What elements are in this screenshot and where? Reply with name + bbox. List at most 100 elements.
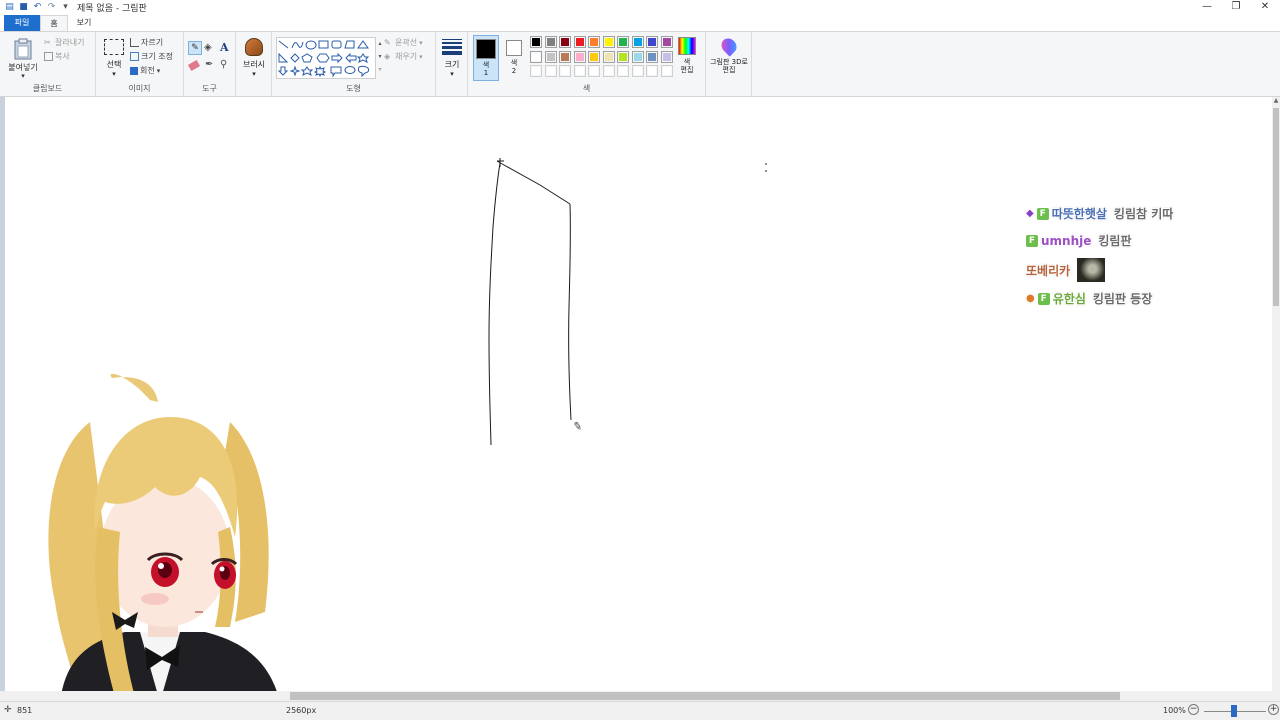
color-swatch[interactable] [631, 50, 644, 63]
color-swatch[interactable] [573, 65, 586, 77]
horizontal-scroll-thumb[interactable] [290, 692, 1120, 700]
color-swatch[interactable] [588, 50, 600, 63]
color-swatch[interactable] [530, 36, 542, 48]
fill-tool-icon[interactable]: ◈ [204, 42, 212, 53]
copy-icon [44, 52, 53, 61]
chat-text: 킹림판 [1098, 234, 1132, 248]
fill-button[interactable]: ◈ 채우기 ▾ [384, 51, 423, 62]
copy-button[interactable]: 복사 [44, 51, 70, 62]
outline-button[interactable]: ✎ 윤곽선 ▾ [384, 37, 423, 48]
paint3d-button[interactable]: 그림판 3D로 편집 [709, 35, 749, 84]
color-swatch[interactable] [559, 50, 571, 63]
crop-label: 자르기 [141, 38, 164, 47]
chat-message: ◆ F 따뜻한햇살 킹림참 키따 [1026, 205, 1173, 222]
color-swatch[interactable] [646, 65, 658, 77]
color-swatch[interactable] [631, 36, 644, 48]
color-swatch[interactable] [544, 36, 557, 48]
cut-button[interactable]: ✂ 잘라내기 [44, 37, 84, 48]
color-swatch-fill [633, 52, 642, 61]
paste-button[interactable]: 붙여넣기 ▾ [4, 36, 42, 84]
color-swatch[interactable] [573, 36, 586, 48]
paste-label: 붙여넣기 [8, 63, 38, 72]
color-swatch[interactable] [660, 36, 673, 48]
pencil-tool[interactable]: ✎ [188, 41, 202, 55]
color-swatch[interactable] [588, 65, 600, 77]
color-swatch[interactable] [646, 36, 658, 48]
color-swatch[interactable] [602, 50, 615, 63]
brushes-button[interactable]: 브러시 ▾ [240, 36, 268, 84]
save-icon[interactable]: ■ [18, 2, 29, 13]
color-swatch-fill [590, 67, 598, 75]
zoom-in-icon[interactable]: + [1268, 704, 1279, 715]
color-swatch[interactable] [573, 50, 586, 63]
color2-label: 색 2 [510, 59, 518, 75]
size-group: 크기 ▾ [436, 32, 468, 96]
color-swatch-fill [662, 67, 671, 75]
zoom-out-icon[interactable]: − [1188, 704, 1199, 715]
size-button[interactable]: 크기 ▾ [438, 36, 466, 84]
color-swatch[interactable] [602, 36, 615, 48]
color-swatch[interactable] [530, 65, 542, 77]
vertical-scroll-thumb[interactable] [1273, 108, 1279, 306]
color-swatch[interactable] [544, 50, 557, 63]
eraser-tool-icon[interactable] [187, 59, 201, 72]
fill-label: 채우기 [395, 52, 418, 61]
scroll-up-icon[interactable]: ▲ [1272, 97, 1280, 104]
text-tool-icon[interactable]: A [220, 41, 229, 54]
magnifier-icon[interactable]: ⚲ [220, 59, 227, 70]
close-button[interactable]: ✕ [1250, 0, 1280, 15]
color1-label: 색 1 [482, 61, 490, 77]
customize-icon[interactable]: ▾ [60, 2, 71, 13]
color1-button[interactable]: 색 1 [473, 35, 499, 81]
color-swatch[interactable] [544, 65, 557, 77]
paint3d-group: 그림판 3D로 편집 [706, 32, 752, 96]
tab-home[interactable]: 홈 [40, 15, 68, 31]
shapes-scroll[interactable]: ▴ ▾ ▿ [376, 37, 384, 79]
image-group-label: 이미지 [128, 84, 151, 93]
color-swatch[interactable] [559, 36, 571, 48]
color-swatch[interactable] [631, 65, 644, 77]
color-swatch[interactable] [617, 50, 629, 63]
edit-colors-button[interactable]: 색 편집 [674, 35, 700, 81]
color2-button[interactable]: 색 2 [501, 35, 527, 81]
select-button[interactable]: 선택 ▾ [100, 36, 128, 84]
color-swatch[interactable] [617, 65, 629, 77]
undo-icon[interactable]: ↶ [32, 2, 43, 13]
color-swatch-fill [532, 38, 540, 46]
chat-message: ● F 유한심 킹림판 등장 [1026, 290, 1152, 307]
canvas-size: 2560px [286, 706, 317, 715]
tab-view[interactable]: 보기 [70, 15, 98, 31]
select-dropdown-icon: ▾ [112, 70, 116, 78]
drawing-canvas[interactable]: ✎ ◆ F 따뜻한햇살 킹림참 키따 Fumnhje 킹림판 또베리카 ● F 유한심 킹림판 등장 [0, 97, 1272, 702]
minimize-button[interactable]: — [1192, 0, 1222, 15]
restore-button[interactable]: ❐ [1221, 0, 1251, 15]
crop-icon [130, 38, 139, 47]
color-swatch[interactable] [617, 36, 629, 48]
color-swatch[interactable] [660, 50, 673, 63]
rotate-icon [130, 66, 138, 75]
shapes-gallery[interactable] [276, 37, 376, 79]
crop-button[interactable]: 자르기 [130, 37, 163, 48]
rotate-button[interactable]: 회전 ▾ [130, 65, 160, 76]
stroke-right-vertical [568, 203, 572, 421]
color-picker-icon[interactable]: ✒ [205, 59, 213, 70]
zoom-slider-thumb[interactable] [1231, 705, 1237, 717]
color-swatch-fill [561, 52, 569, 61]
color-swatch-fill [575, 52, 584, 61]
color-swatch-fill [604, 67, 613, 75]
clipboard-group: 붙여넣기 ▾ ✂ 잘라내기 복사 클립보드 [0, 32, 96, 96]
size-label: 크기 [444, 60, 460, 69]
brushes-group: 브러시 ▾ [236, 32, 272, 96]
fan-badge: F [1026, 234, 1038, 247]
color-swatch[interactable] [660, 65, 673, 77]
tab-file[interactable]: 파일 [4, 15, 40, 31]
color-swatch[interactable] [602, 65, 615, 77]
resize-button[interactable]: 크기 조정 [130, 51, 173, 62]
color-swatch[interactable] [530, 50, 542, 63]
chat-username: 또베리카 [1026, 263, 1071, 278]
color-swatch[interactable] [588, 36, 600, 48]
chat-username: 유한심 [1052, 292, 1086, 306]
color-swatch[interactable] [646, 50, 658, 63]
redo-icon[interactable]: ↷ [46, 2, 57, 13]
color-swatch[interactable] [559, 65, 571, 77]
